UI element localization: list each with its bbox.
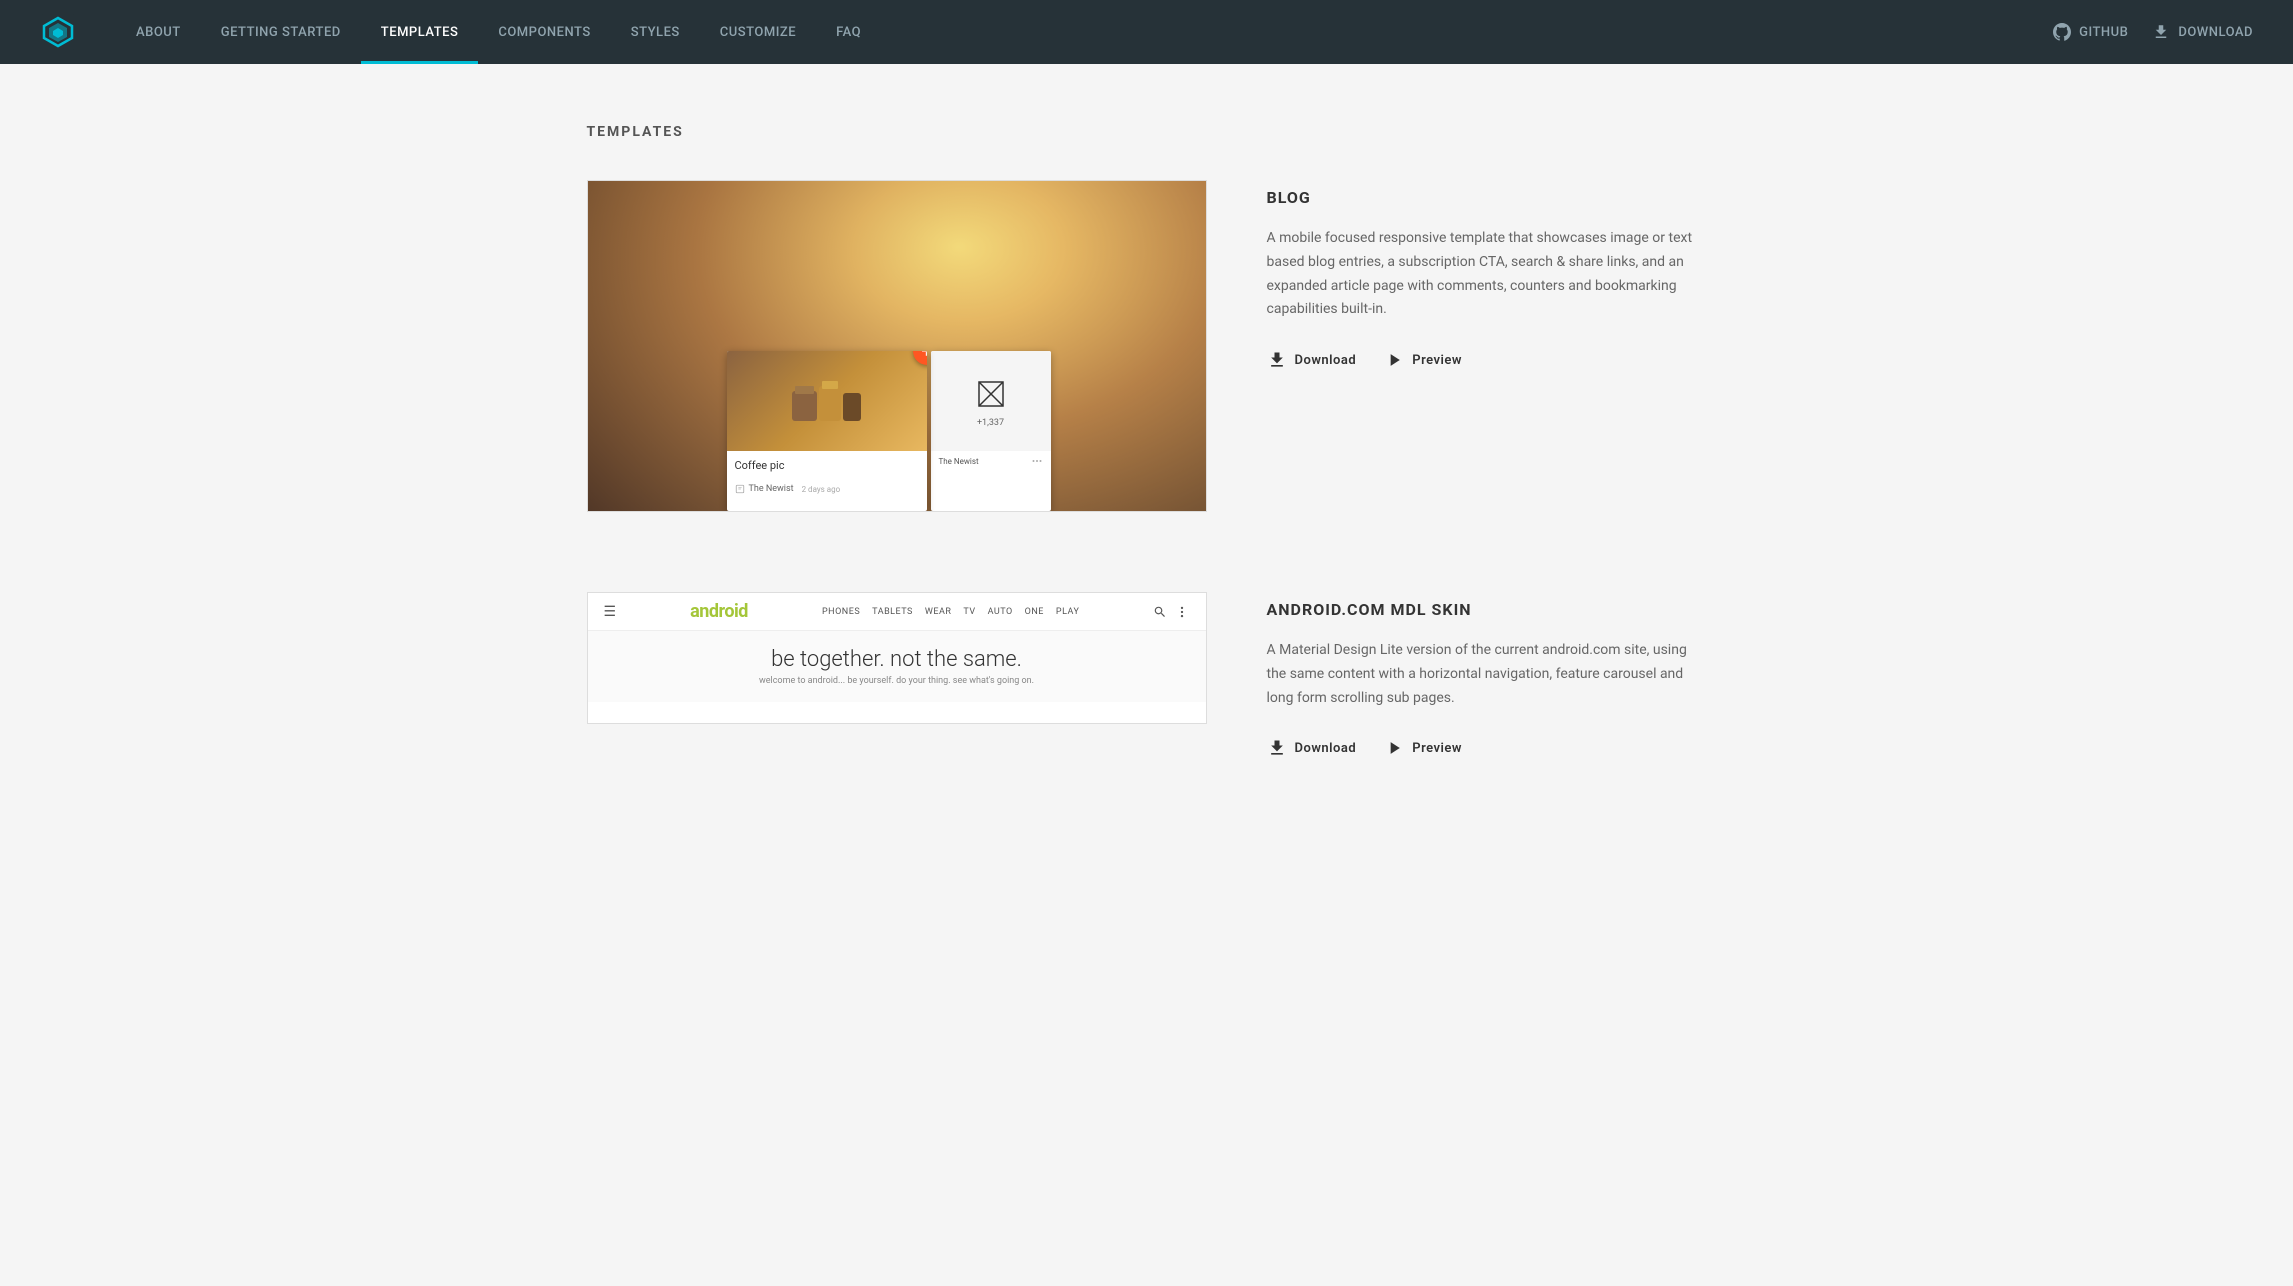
android-actions: Download Preview <box>1267 738 1707 758</box>
blog-card-date: 2 days ago <box>802 485 841 494</box>
template-entry-blog: Coffee pic The Newist 2 days ago + <box>587 180 1707 512</box>
github-label: GitHub <box>2079 25 2128 40</box>
blog-download-label: Download <box>1295 353 1357 368</box>
android-more-icon <box>1175 605 1189 619</box>
blog-preview-container: Coffee pic The Newist 2 days ago + <box>587 180 1207 512</box>
blog-download-button[interactable]: Download <box>1267 350 1357 370</box>
android-hamburger-icon: ☰ <box>604 604 617 620</box>
preview-blog-icon <box>1384 350 1404 370</box>
download-header-label: Download <box>2178 25 2253 40</box>
android-description: A Material Design Lite version of the cu… <box>1267 639 1707 710</box>
nav-components[interactable]: COMPONENTS <box>478 0 610 64</box>
android-search-icon <box>1153 605 1167 619</box>
nav-styles[interactable]: STYLES <box>611 0 700 64</box>
header-actions: GitHub Download <box>2053 23 2253 41</box>
blog-card-right-footer-text: The Newist <box>939 457 979 466</box>
blog-card-caption: Coffee pic <box>727 451 927 480</box>
main-nav: ABOUT GETTING STARTED TEMPLATES COMPONEN… <box>116 0 2053 64</box>
android-preview-button[interactable]: Preview <box>1384 738 1462 758</box>
blog-card-right-image: +1,337 <box>931 351 1051 451</box>
android-body: be together. not the same. welcome to an… <box>588 631 1206 702</box>
logo[interactable] <box>40 14 76 50</box>
download-android-icon <box>1267 738 1287 758</box>
android-sub: welcome to android... be yourself. do yo… <box>628 676 1166 686</box>
android-nav: PHONES TABLETS WEAR TV AUTO ONE PLAY <box>822 607 1079 617</box>
blog-preview-label: Preview <box>1412 353 1462 368</box>
coffee-cups-icon <box>787 371 867 431</box>
android-download-label: Download <box>1295 741 1357 756</box>
blog-card-right-logo <box>971 374 1011 414</box>
blog-card-right: +1,337 The Newist <box>931 351 1051 511</box>
blog-card-footer: The Newist 2 days ago <box>727 480 927 498</box>
android-nav-tablets: TABLETS <box>872 607 913 617</box>
android-header-bar: ☰ android PHONES TABLETS WEAR TV AUTO ON… <box>588 593 1206 631</box>
blog-card-right-footer: The Newist <box>931 451 1051 471</box>
android-action-icons <box>1153 605 1189 619</box>
android-logo: android <box>690 601 748 622</box>
nav-customize[interactable]: CUSTOMIZE <box>700 0 816 64</box>
more-icon <box>1031 455 1043 467</box>
nav-getting-started[interactable]: GETTING STARTED <box>201 0 361 64</box>
blog-description: A mobile focused responsive template tha… <box>1267 227 1707 322</box>
android-nav-one: ONE <box>1025 607 1044 617</box>
github-icon <box>2053 23 2071 41</box>
blog-card-left: Coffee pic The Newist 2 days ago + <box>727 351 927 511</box>
android-preview-container: ☰ android PHONES TABLETS WEAR TV AUTO ON… <box>587 592 1207 724</box>
blog-card-image <box>727 351 927 451</box>
android-nav-phones: PHONES <box>822 607 860 617</box>
blog-preview-image: Coffee pic The Newist 2 days ago + <box>588 181 1206 511</box>
preview-android-icon <box>1384 738 1404 758</box>
android-nav-play: PLAY <box>1056 607 1079 617</box>
header: ABOUT GETTING STARTED TEMPLATES COMPONEN… <box>0 0 2293 64</box>
template-entry-android: ☰ android PHONES TABLETS WEAR TV AUTO ON… <box>587 592 1707 758</box>
android-nav-tv: TV <box>963 607 975 617</box>
android-info: ANDROID.COM MDL SKIN A Material Design L… <box>1267 592 1707 758</box>
main-content: TEMPLATES <box>547 64 1747 898</box>
blog-actions: Download Preview <box>1267 350 1707 370</box>
nav-templates[interactable]: TEMPLATES <box>361 0 479 64</box>
android-download-button[interactable]: Download <box>1267 738 1357 758</box>
download-header-icon <box>2152 23 2170 41</box>
github-button[interactable]: GitHub <box>2053 23 2128 41</box>
blog-info: BLOG A mobile focused responsive templat… <box>1267 180 1707 370</box>
nav-about[interactable]: ABOUT <box>116 0 201 64</box>
download-blog-icon <box>1267 350 1287 370</box>
card-footer-icon <box>735 484 745 494</box>
blog-cards-overlay: Coffee pic The Newist 2 days ago + <box>727 351 1067 511</box>
blog-card-footer-text: The Newist <box>749 484 794 494</box>
android-tagline: be together. not the same. <box>628 647 1166 672</box>
nav-faq[interactable]: FAQ <box>816 0 881 64</box>
android-nav-wear: WEAR <box>925 607 952 617</box>
logo-icon <box>40 14 76 50</box>
android-nav-auto: AUTO <box>988 607 1013 617</box>
page-title: TEMPLATES <box>587 124 1707 140</box>
download-header-button[interactable]: Download <box>2152 23 2253 41</box>
android-preview-image: ☰ android PHONES TABLETS WEAR TV AUTO ON… <box>588 593 1206 723</box>
android-preview-label: Preview <box>1412 741 1462 756</box>
blog-title: BLOG <box>1267 188 1707 207</box>
blog-card-count: +1,337 <box>977 418 1004 428</box>
blog-preview-button[interactable]: Preview <box>1384 350 1462 370</box>
android-title: ANDROID.COM MDL SKIN <box>1267 600 1707 619</box>
